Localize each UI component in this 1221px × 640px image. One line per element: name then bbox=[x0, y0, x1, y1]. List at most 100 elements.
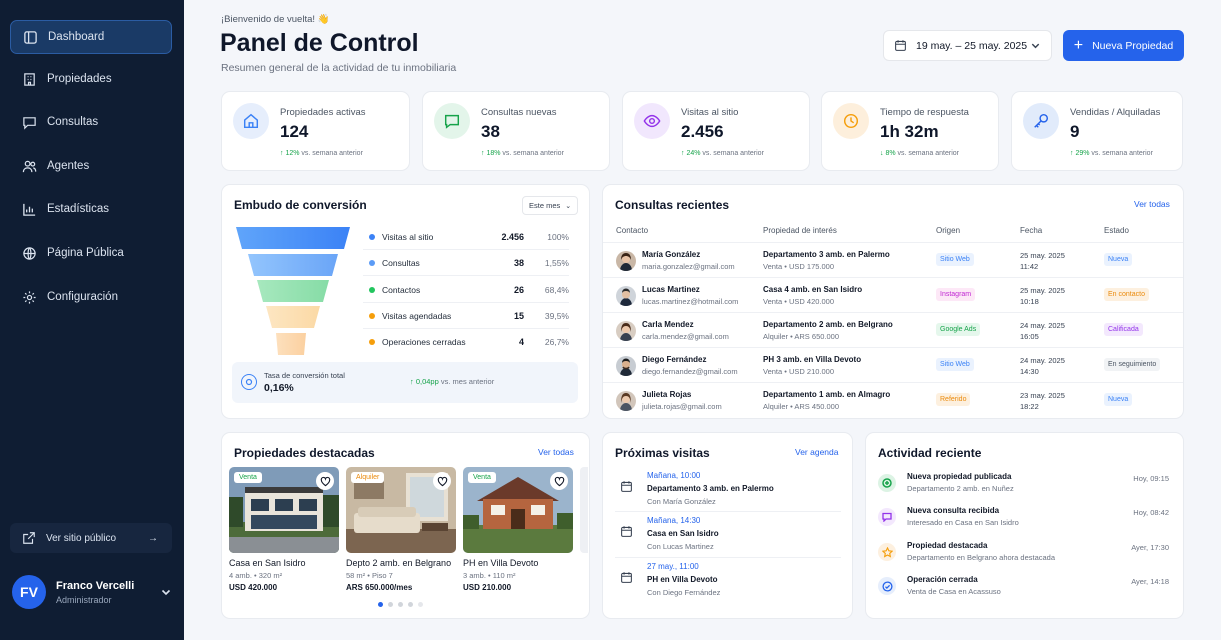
status-badge: En contacto bbox=[1104, 288, 1149, 301]
visit-item[interactable]: 27 may., 11:00 PH en Villa Devoto Con Di… bbox=[603, 562, 852, 608]
activity-time: Hoy, 09:15 bbox=[1133, 474, 1169, 483]
calendar-icon bbox=[621, 526, 632, 537]
property-card[interactable]: Venta PH en Villa Devoto 3 amb. • 110 m²… bbox=[463, 467, 573, 592]
sidebar-item-dashboard[interactable]: Dashboard bbox=[10, 20, 172, 54]
plus-icon: + bbox=[1073, 36, 1084, 54]
sidebar-item-agentes[interactable]: Agentes bbox=[10, 149, 172, 183]
inquiries-title: Consultas recientes bbox=[615, 198, 730, 212]
funnel-row-label: Consultas bbox=[382, 257, 420, 268]
stat-card-sold-rented: Vendidas / Alquiladas 9 ↑ 29% vs. semana… bbox=[1011, 91, 1183, 171]
funnel-row-label: Contactos bbox=[382, 284, 421, 295]
clock-icon bbox=[833, 103, 869, 139]
user-name: Franco Vercelli bbox=[56, 579, 135, 592]
sidebar-item-label: Consultas bbox=[47, 116, 99, 128]
column-header: Estado bbox=[1104, 226, 1129, 235]
public-link-label: Ver sitio público bbox=[46, 532, 117, 544]
activity-time: Ayer, 14:18 bbox=[1131, 577, 1169, 586]
favorite-heart-icon[interactable] bbox=[433, 472, 451, 490]
favorite-heart-icon[interactable] bbox=[316, 472, 334, 490]
chat-icon bbox=[23, 116, 36, 130]
bar-chart-icon bbox=[23, 203, 36, 216]
featured-title: Propiedades destacadas bbox=[234, 446, 375, 460]
sidebar: Dashboard Propiedades Consultas Agentes … bbox=[0, 0, 184, 640]
pagination-dot[interactable] bbox=[398, 602, 403, 607]
stat-change: ↑ 29% vs. semana anterior bbox=[1070, 150, 1153, 157]
sidebar-item-label: Propiedades bbox=[47, 73, 112, 85]
property-detail: Venta • USD 420.000 bbox=[763, 297, 835, 306]
legend-dot bbox=[369, 339, 375, 345]
carousel-pagination[interactable] bbox=[378, 602, 423, 607]
table-row[interactable]: Lucas Martinez lucas.martinez@hotmail.co… bbox=[603, 278, 1183, 313]
new-property-button[interactable]: + Nueva Propiedad bbox=[1063, 30, 1184, 61]
sidebar-item-consultas[interactable]: Consultas bbox=[10, 105, 172, 139]
view-public-site-link[interactable]: Ver sitio público → bbox=[10, 523, 172, 553]
table-row[interactable]: Julieta Rojas julieta.rojas@gmail.com De… bbox=[603, 383, 1183, 418]
visit-contact: Con Lucas Martinez bbox=[647, 542, 714, 551]
inquiry-date: 24 may. 2025 14:30 bbox=[1020, 356, 1065, 376]
listing-type-badge: Alquiler bbox=[351, 472, 385, 483]
favorite-heart-icon[interactable] bbox=[550, 472, 568, 490]
globe-icon bbox=[23, 246, 36, 260]
activity-title: Nueva consulta recibida bbox=[907, 506, 1000, 515]
visit-item[interactable]: Mañana, 10:00 Departamento 3 amb. en Pal… bbox=[603, 471, 852, 517]
view-agenda-link[interactable]: Ver agenda bbox=[795, 447, 838, 457]
stat-card-new-inquiries: Consultas nuevas 38 ↑ 18% vs. semana ant… bbox=[422, 91, 610, 171]
view-all-inquiries-link[interactable]: Ver todas bbox=[1134, 199, 1170, 209]
contact-name: Diego Fernández bbox=[642, 355, 707, 364]
activity-item: Nueva consulta recibida Interesado en Ca… bbox=[866, 506, 1183, 540]
funnel-row-value: 26 bbox=[513, 284, 524, 295]
status-badge: En seguimiento bbox=[1104, 358, 1161, 371]
stat-card-response-time: Tiempo de respuesta 1h 32m ↓ 8% vs. sema… bbox=[821, 91, 999, 171]
activity-title: Propiedad destacada bbox=[907, 541, 988, 550]
property-photo: Venta bbox=[463, 467, 573, 553]
pagination-dot[interactable] bbox=[408, 602, 413, 607]
property-card[interactable]: Alquiler Depto 2 amb. en Belgrano 58 m² … bbox=[346, 467, 456, 592]
contact-email: julieta.rojas@gmail.com bbox=[642, 402, 722, 411]
view-all-properties-link[interactable]: Ver todas bbox=[538, 447, 574, 457]
property-detail: Venta • USD 210.000 bbox=[763, 367, 835, 376]
stat-value: 1h 32m bbox=[880, 122, 939, 141]
table-row[interactable]: Diego Fernández diego.fernandez@gmail.co… bbox=[603, 348, 1183, 383]
status-badge: Calificada bbox=[1104, 323, 1143, 336]
listing-type-badge: Venta bbox=[468, 472, 496, 483]
stat-label: Visitas al sitio bbox=[681, 107, 739, 118]
key-icon bbox=[1023, 103, 1059, 139]
user-menu[interactable]: FV Franco Vercelli Administrador bbox=[12, 575, 172, 609]
sidebar-item-estadisticas[interactable]: Estadísticas bbox=[10, 192, 172, 226]
sidebar-item-propiedades[interactable]: Propiedades bbox=[10, 62, 172, 96]
stat-card-site-visits: Visitas al sitio 2.456 ↑ 24% vs. semana … bbox=[622, 91, 810, 171]
pagination-dot[interactable] bbox=[388, 602, 393, 607]
legend-dot bbox=[369, 286, 375, 293]
pagination-dot-active[interactable] bbox=[378, 602, 383, 607]
home-icon bbox=[233, 103, 269, 139]
pagination-dot[interactable] bbox=[418, 602, 423, 607]
column-header: Propiedad de interés bbox=[763, 226, 837, 235]
date-range-picker[interactable]: 19 may. – 25 may. 2025 bbox=[883, 30, 1052, 61]
property-detail: 58 m² • Piso 7 bbox=[346, 571, 393, 580]
property-card[interactable]: Venta Casa en San Isidro 4 amb. • 320 m²… bbox=[229, 467, 339, 592]
visit-item[interactable]: Mañana, 14:30 Casa en San Isidro Con Luc… bbox=[603, 516, 852, 562]
funnel-row-value: 4 bbox=[518, 337, 524, 347]
stat-change: ↑ 18% vs. semana anterior bbox=[481, 150, 564, 157]
stat-value: 9 bbox=[1070, 122, 1080, 141]
property-name: PH 3 amb. en Villa Devoto bbox=[763, 355, 862, 364]
column-header: Contacto bbox=[616, 226, 649, 235]
visit-contact: Con María González bbox=[647, 497, 716, 506]
welcome-text: ¡Bienvenido de vuelta! 👋 bbox=[221, 14, 330, 25]
avatar bbox=[616, 356, 636, 376]
funnel-row-label: Visitas agendadas bbox=[382, 310, 452, 321]
stat-change: ↓ 8% vs. semana anterior bbox=[880, 150, 959, 157]
sidebar-item-configuracion[interactable]: Configuración bbox=[10, 280, 172, 314]
date-range-label: 19 may. – 25 may. 2025 bbox=[916, 39, 1028, 52]
sidebar-item-pagina-publica[interactable]: Página Pública bbox=[10, 236, 172, 270]
activity-time: Hoy, 08:42 bbox=[1133, 508, 1169, 517]
property-name: Departamento 2 amb. en Belgrano bbox=[763, 320, 893, 329]
activity-time: Ayer, 17:30 bbox=[1131, 543, 1169, 552]
chat-icon bbox=[434, 103, 470, 139]
calendar-icon bbox=[621, 572, 632, 583]
building-icon bbox=[24, 72, 35, 86]
stat-value: 38 bbox=[481, 122, 500, 141]
period-select[interactable]: Este mes ⌄ bbox=[522, 196, 578, 215]
table-row[interactable]: María González maria.gonzalez@gmail.com … bbox=[603, 243, 1183, 278]
table-row[interactable]: Carla Mendez carla.mendez@gmail.com Depa… bbox=[603, 313, 1183, 348]
